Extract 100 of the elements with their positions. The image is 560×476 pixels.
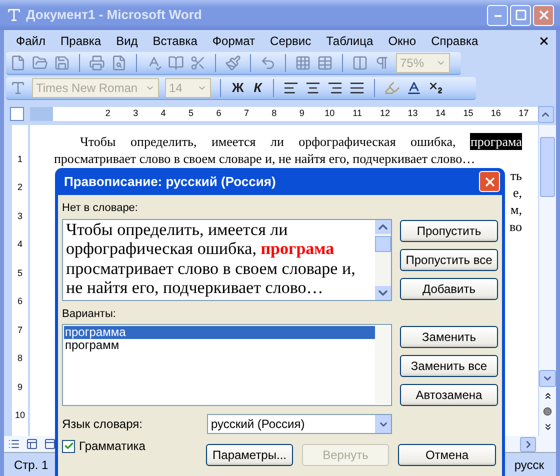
field-label: Нет в словаре:: [62, 201, 139, 216]
ruler-number: 9: [17, 380, 22, 394]
tab-selector[interactable]: [10, 107, 24, 121]
text-fragment: м,: [510, 201, 522, 218]
close-button[interactable]: [533, 4, 554, 26]
grammar-checkbox[interactable]: [62, 440, 75, 452]
ruler-number: 9: [298, 107, 306, 120]
menu-item[interactable]: Сервис: [264, 32, 318, 50]
new-document-icon[interactable]: [10, 55, 26, 71]
justify-icon[interactable]: [348, 80, 365, 96]
scroll-down-icon[interactable]: [375, 286, 391, 300]
dialog-button[interactable]: Заменить все: [400, 355, 498, 377]
next-page-icon[interactable]: [542, 422, 552, 432]
grid-icon[interactable]: [295, 55, 311, 71]
ruler-number: 7: [242, 107, 250, 120]
scroll-down-button[interactable]: [539, 370, 556, 387]
pilcrow-icon[interactable]: [374, 55, 390, 71]
dialog-button[interactable]: Пропустить все: [400, 248, 498, 270]
field-label: Язык словаря:: [62, 416, 144, 433]
web-view-icon[interactable]: [26, 438, 38, 450]
window-title: Документ1 - Microsoft Word: [26, 6, 203, 24]
print-layout-icon[interactable]: [44, 438, 56, 450]
close-button[interactable]: [479, 171, 500, 192]
dialog-title: Правописание: русский (Россия): [64, 172, 277, 191]
close-document-icon[interactable]: [538, 35, 550, 47]
ruler-number: 16: [490, 107, 502, 120]
menu-item[interactable]: Вставка: [146, 32, 204, 50]
highlighter-icon[interactable]: [384, 80, 400, 96]
paragraph-line: Чтобы определить, имеется ли орфографическая ошибка, програма: [80, 133, 522, 150]
paragraph-line: просматривает слово в своем словаре и, не найтя его, подчеркивает слово…: [54, 150, 476, 167]
save-icon[interactable]: [54, 55, 70, 71]
bold-button[interactable]: Ж: [230, 78, 246, 98]
selected-word: програма: [470, 133, 522, 150]
menu-item[interactable]: Вид: [110, 32, 144, 50]
minimize-button[interactable]: [487, 4, 508, 26]
paintbrush-icon[interactable]: [225, 55, 241, 71]
ruler-number: 15: [462, 107, 474, 120]
menu-item[interactable]: Файл: [10, 32, 52, 50]
subscript-icon[interactable]: [428, 80, 444, 96]
printer-icon[interactable]: [89, 55, 105, 71]
suggestion-item[interactable]: программ: [64, 339, 375, 352]
menu-item[interactable]: Формат: [206, 32, 262, 50]
menu-item[interactable]: Справка: [425, 32, 484, 50]
scroll-thumb[interactable]: [375, 236, 391, 252]
close-icon: [482, 174, 496, 188]
scissors-icon[interactable]: [190, 55, 206, 71]
folder-icon[interactable]: [32, 55, 48, 71]
close-icon: [536, 8, 550, 22]
italic-button[interactable]: К: [252, 78, 264, 98]
font-color-icon[interactable]: [406, 80, 422, 96]
ruler-number: 13: [406, 107, 419, 120]
ruler-number: 10: [324, 107, 336, 120]
ruler-number: 11: [352, 107, 364, 120]
ruler-number: 4: [17, 238, 22, 251]
dialog-button[interactable]: Добавить: [400, 278, 498, 300]
menu-item[interactable]: Окно: [382, 32, 422, 50]
dialog-button[interactable]: Автозамена: [400, 384, 498, 406]
text-fragment: во: [509, 218, 522, 235]
page-number: Стр. 1: [14, 456, 48, 474]
maximize-button[interactable]: [510, 4, 531, 26]
maximize-icon: [514, 9, 526, 21]
align-center-icon[interactable]: [304, 80, 321, 96]
align-right-icon[interactable]: [326, 80, 343, 96]
ruler-number: 6: [215, 107, 222, 120]
check-icon: [64, 441, 74, 451]
ruler-number: 3: [132, 107, 140, 120]
dialog-button[interactable]: Отмена: [398, 444, 496, 466]
suggestion-item[interactable]: программа: [64, 326, 375, 339]
previous-page-icon[interactable]: [542, 391, 552, 401]
ruler-number: 12: [379, 107, 392, 120]
ruler-number: 6: [17, 295, 22, 308]
text-fragment: е,: [512, 184, 522, 201]
menu-item[interactable]: Таблица: [320, 32, 380, 50]
dialog-button[interactable]: Пропустить: [400, 220, 498, 242]
table-icon[interactable]: [317, 55, 333, 71]
scroll-thumb[interactable]: [540, 137, 555, 197]
scroll-right-button[interactable]: [520, 436, 536, 452]
menu-item[interactable]: Правка: [54, 32, 108, 50]
ruler-margin: [30, 107, 53, 121]
dialog-button[interactable]: Заменить: [400, 326, 498, 348]
ruler-number: 4: [160, 107, 167, 120]
book-icon[interactable]: [168, 55, 184, 71]
dropdown-button[interactable]: [375, 415, 391, 433]
styles-icon[interactable]: [10, 80, 26, 96]
language-dropdown[interactable]: русский (Россия): [207, 414, 392, 434]
undo-icon[interactable]: [260, 55, 276, 71]
ruler-number: 10: [14, 409, 25, 422]
dialog-button[interactable]: Параметры...: [206, 444, 293, 466]
align-left-icon[interactable]: [282, 80, 299, 96]
scroll-up-icon[interactable]: [375, 220, 391, 234]
columns-icon[interactable]: [352, 55, 368, 71]
field-label: Варианты:: [62, 306, 117, 322]
browse-object-icon[interactable]: [543, 407, 552, 416]
ruler-number: 14: [434, 107, 446, 120]
ruler-number: 5: [188, 107, 195, 120]
text-fragment: ть: [510, 167, 522, 184]
ruler-number: 1: [17, 152, 22, 166]
print-preview-icon[interactable]: [111, 55, 127, 71]
scroll-up-button[interactable]: [538, 106, 554, 122]
checkbox-label[interactable]: Грамматика: [79, 437, 146, 455]
